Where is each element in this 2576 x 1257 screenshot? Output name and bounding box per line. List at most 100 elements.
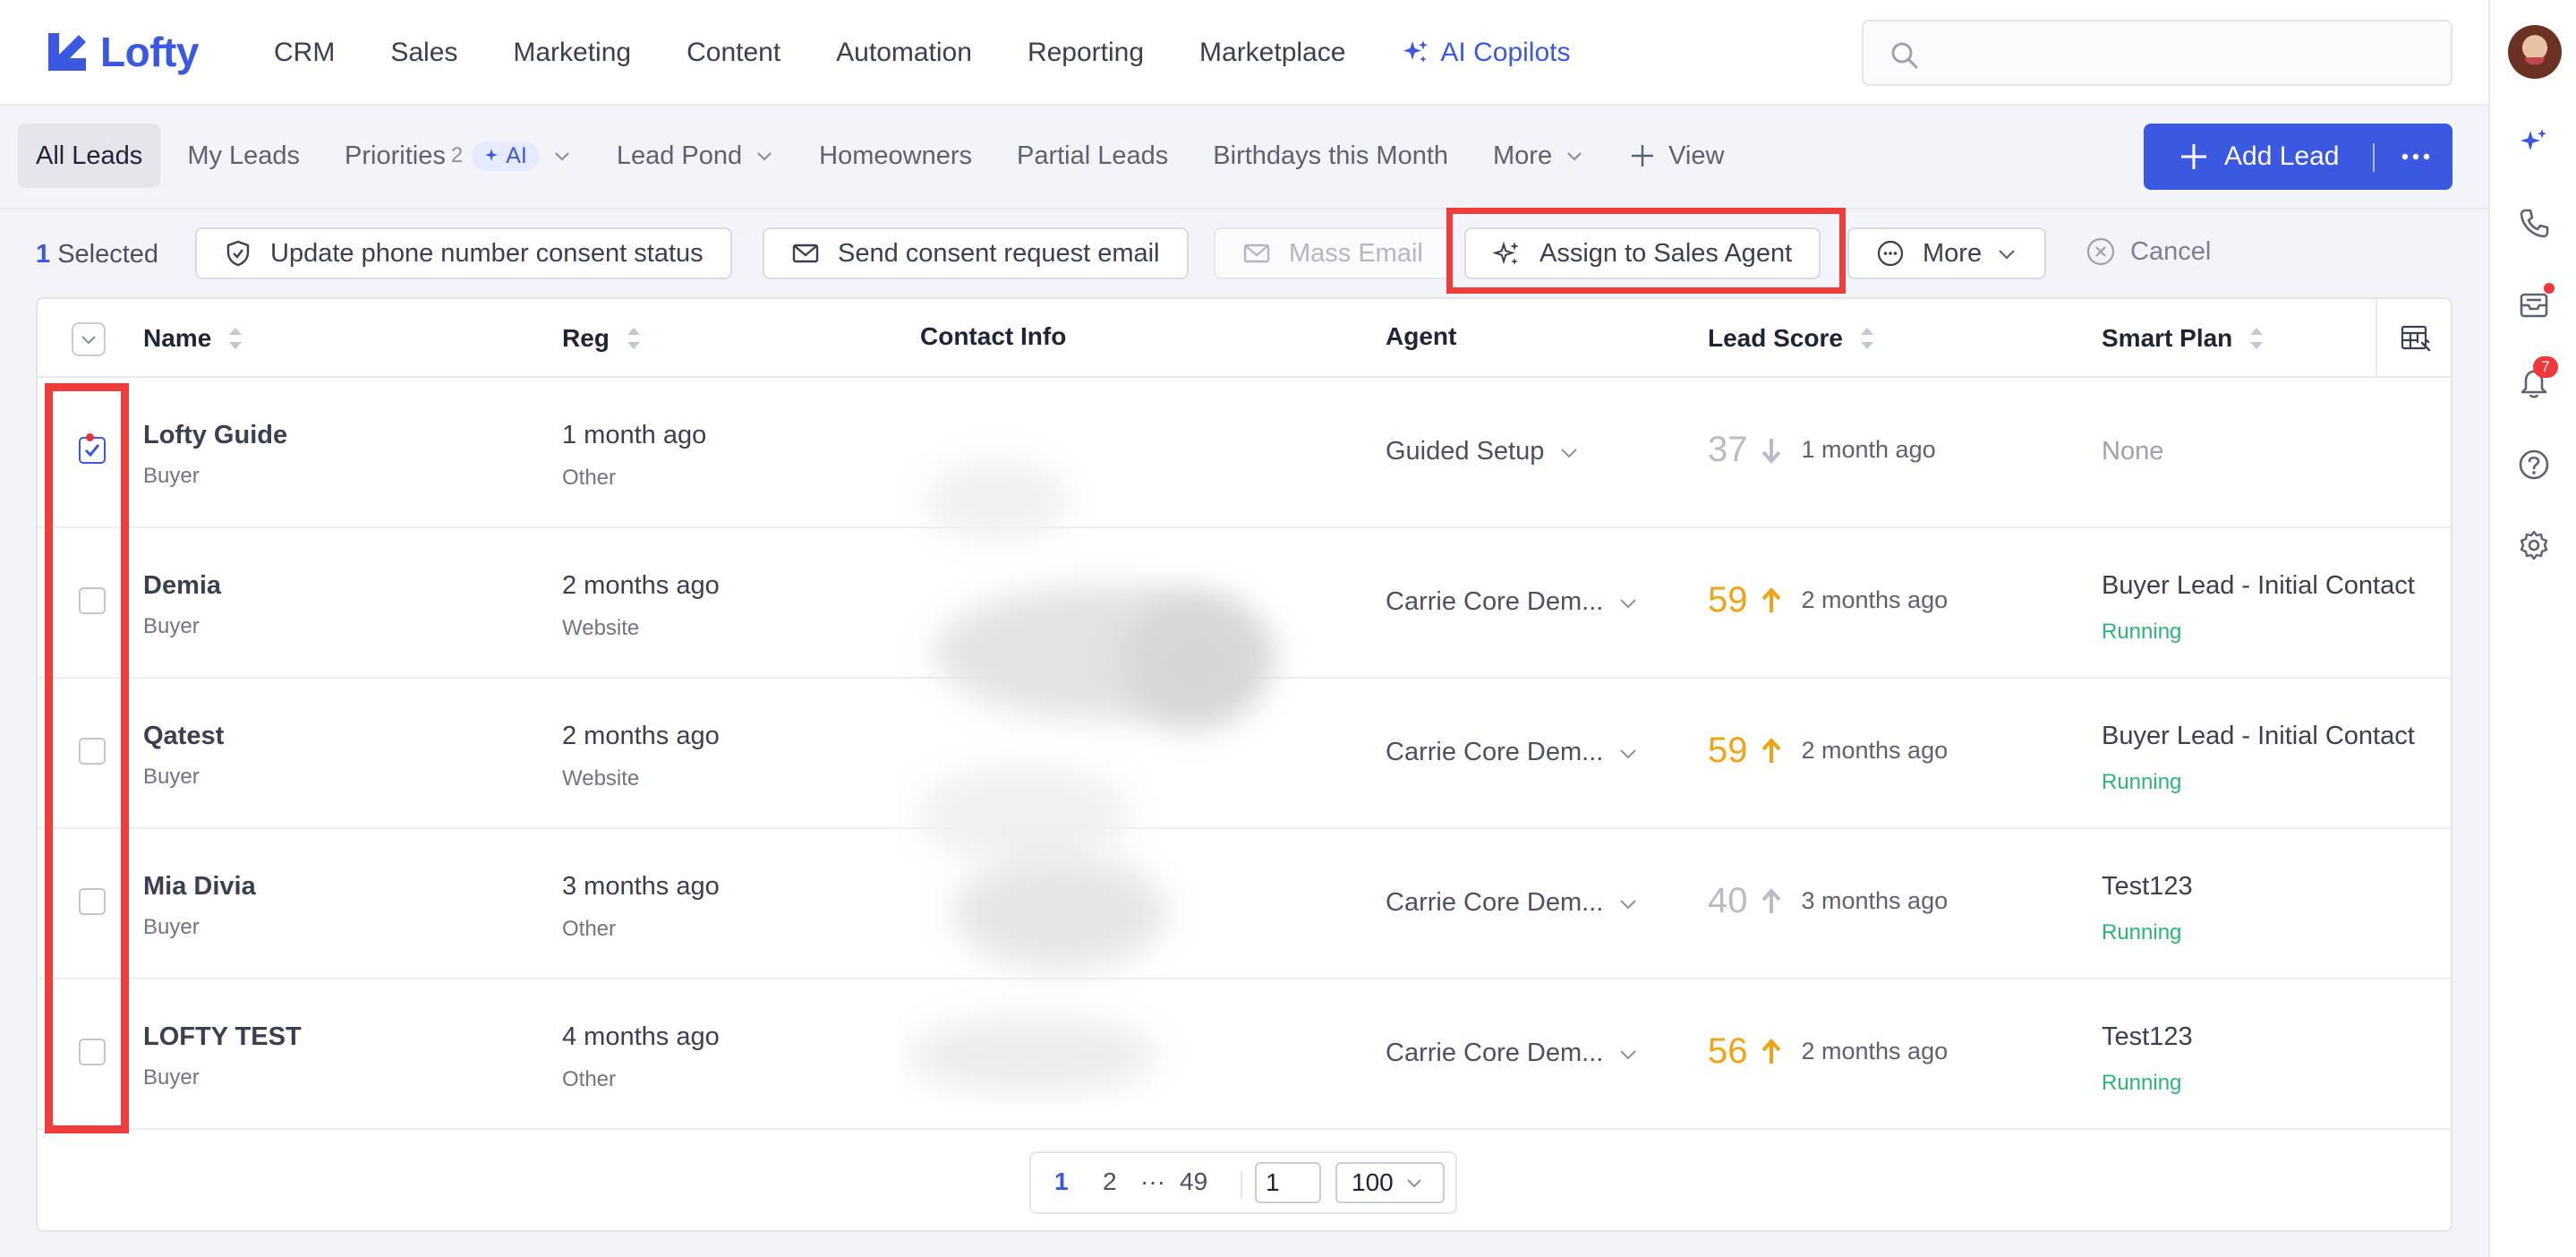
sparkle-icon xyxy=(1403,40,1429,63)
page-size-select[interactable]: 100 xyxy=(1335,1162,1445,1203)
nav-marketing[interactable]: Marketing xyxy=(513,38,631,68)
send-consent-email-button[interactable]: Send consent request email xyxy=(763,227,1189,279)
smart-plan-name[interactable]: Test123 xyxy=(2102,872,2193,902)
settings-rail-button[interactable] xyxy=(2517,528,2551,562)
lead-type: Buyer xyxy=(143,915,200,939)
nav-reporting[interactable]: Reporting xyxy=(1028,38,1144,68)
smart-plan-name[interactable]: Test123 xyxy=(2102,1022,2193,1052)
main-nav: CRM Sales Marketing Content Automation R… xyxy=(274,32,1626,73)
global-search[interactable] xyxy=(1862,20,2452,86)
tab-more[interactable]: More xyxy=(1475,124,1602,188)
search-icon xyxy=(1891,42,1918,69)
tab-more-label: More xyxy=(1493,141,1553,170)
tab-birthdays[interactable]: Birthdays this Month xyxy=(1195,124,1466,188)
tab-partial-leads[interactable]: Partial Leads xyxy=(999,124,1186,188)
help-icon xyxy=(2519,449,2549,480)
nav-sales[interactable]: Sales xyxy=(390,38,457,68)
leads-table: Name Reg Contact Info Agent Lead Score S… xyxy=(36,297,2452,1232)
lead-type: Buyer xyxy=(143,765,200,789)
smart-plan-status: Running xyxy=(2102,1071,2182,1095)
agent-dropdown[interactable]: Carrie Core Dem... xyxy=(1386,738,1639,767)
smart-plan-name[interactable]: Buyer Lead - Initial Contact xyxy=(2102,571,2415,601)
more-actions-label: More xyxy=(1923,238,1983,268)
tab-all-leads[interactable]: All Leads xyxy=(18,124,161,188)
gear-icon xyxy=(2520,530,2548,560)
header-name[interactable]: Name xyxy=(143,322,245,355)
agent-dropdown[interactable]: Carrie Core Dem... xyxy=(1386,1039,1639,1068)
update-phone-consent-button[interactable]: Update phone number consent status xyxy=(195,227,732,279)
row-checkbox[interactable] xyxy=(79,1039,106,1065)
cancel-selection-button[interactable]: Cancel xyxy=(2086,236,2211,267)
nav-marketplace[interactable]: Marketplace xyxy=(1199,38,1345,68)
add-view-button[interactable]: View xyxy=(1611,124,1742,188)
lead-reg: 4 months ago xyxy=(562,1022,720,1051)
help-rail-button[interactable] xyxy=(2517,448,2551,482)
row-checkbox[interactable] xyxy=(79,437,106,464)
page-ellipsis[interactable]: ··· xyxy=(1140,1167,1165,1196)
tab-my-leads[interactable]: My Leads xyxy=(169,124,318,188)
more-actions-button[interactable]: More xyxy=(1847,227,2047,279)
smart-plan-name[interactable]: Buyer Lead - Initial Contact xyxy=(2102,722,2415,751)
lead-name[interactable]: LOFTY TEST xyxy=(143,1022,302,1052)
ai-sparkle-rail-button[interactable] xyxy=(2517,125,2551,159)
row-checkbox[interactable] xyxy=(79,587,106,614)
lead-score-value: 59 xyxy=(1708,731,1748,770)
agent-name: Carrie Core Dem... xyxy=(1386,738,1604,766)
notifications-rail-button[interactable]: 7 xyxy=(2517,356,2558,401)
header-reg[interactable]: Reg xyxy=(562,322,644,355)
annotation-dot xyxy=(86,433,94,441)
more-options-icon[interactable] xyxy=(2394,141,2437,172)
lofty-logo[interactable]: Lofty xyxy=(43,27,199,77)
lead-name[interactable]: Qatest xyxy=(143,722,224,751)
lead-name[interactable]: Lofty Guide xyxy=(143,421,287,450)
assign-sales-agent-button[interactable]: Assign to Sales Agent xyxy=(1464,227,1821,279)
mass-email-button[interactable]: Mass Email xyxy=(1214,227,1452,279)
tab-homeowners[interactable]: Homeowners xyxy=(801,124,990,188)
row-checkbox[interactable] xyxy=(79,738,106,765)
chevron-down-icon xyxy=(757,152,772,161)
lead-type: Buyer xyxy=(143,1065,200,1090)
page-current[interactable]: 1 xyxy=(1054,1167,1069,1196)
lead-score: 37 1 month ago xyxy=(1708,430,1936,470)
nav-automation[interactable]: Automation xyxy=(836,38,972,68)
smart-plan-status: Running xyxy=(2102,920,2182,945)
lead-score-value: 37 xyxy=(1708,430,1748,469)
select-all-dropdown[interactable] xyxy=(72,322,106,356)
inbox-rail-button[interactable] xyxy=(2517,283,2555,321)
header-smart-plan[interactable]: Smart Plan xyxy=(2102,322,2266,355)
more-circle-icon xyxy=(1877,240,1904,267)
page-jump-input[interactable] xyxy=(1255,1162,1321,1203)
tab-lead-pond[interactable]: Lead Pond xyxy=(599,124,792,188)
chevron-down-icon xyxy=(1999,250,2015,260)
lead-name[interactable]: Mia Divia xyxy=(143,872,256,902)
tab-priorities[interactable]: Priorities 2 AI xyxy=(327,124,590,188)
lead-reg: 2 months ago xyxy=(562,722,720,750)
close-circle-icon xyxy=(2086,237,2115,266)
header-lead-score[interactable]: Lead Score xyxy=(1708,322,1877,355)
nav-ai-copilots[interactable]: AI Copilots xyxy=(1401,38,1571,68)
chevron-down-icon xyxy=(555,152,569,161)
header-smart-plan-label: Smart Plan xyxy=(2102,324,2233,352)
search-input[interactable] xyxy=(1935,30,2436,77)
page-last[interactable]: 49 xyxy=(1180,1167,1207,1196)
lead-score: 59 2 months ago xyxy=(1708,731,1948,771)
nav-content[interactable]: Content xyxy=(687,38,780,68)
page-2[interactable]: 2 xyxy=(1103,1167,1117,1196)
smart-plan-status: Running xyxy=(2102,770,2182,794)
lead-type: Buyer xyxy=(143,614,200,638)
agent-dropdown[interactable]: Carrie Core Dem... xyxy=(1386,587,1639,617)
lead-name[interactable]: Demia xyxy=(143,571,221,601)
header-lead-score-label: Lead Score xyxy=(1708,324,1843,352)
avatar[interactable] xyxy=(2508,25,2562,79)
row-checkbox[interactable] xyxy=(79,888,106,915)
agent-dropdown[interactable]: Carrie Core Dem... xyxy=(1386,888,1639,918)
lead-source: Other xyxy=(562,917,617,941)
column-settings-button[interactable] xyxy=(2376,299,2451,378)
add-lead-button[interactable]: Add Lead xyxy=(2144,124,2452,190)
arrow-up-icon xyxy=(1761,887,1780,913)
nav-crm[interactable]: CRM xyxy=(274,38,335,68)
arrow-down-icon xyxy=(1761,438,1780,464)
agent-name: Carrie Core Dem... xyxy=(1386,1039,1604,1067)
agent-dropdown[interactable]: Guided Setup xyxy=(1386,437,1580,466)
phone-rail-button[interactable] xyxy=(2517,206,2551,240)
